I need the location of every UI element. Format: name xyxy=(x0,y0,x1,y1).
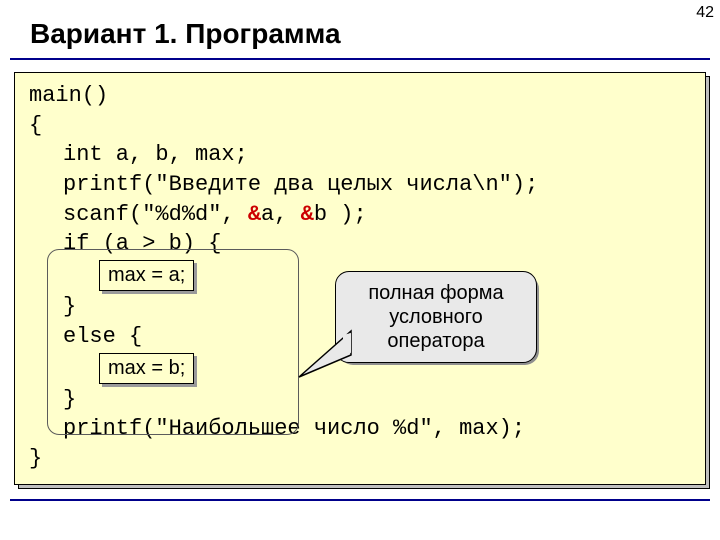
code-text: b ); xyxy=(314,202,367,227)
page-number: 42 xyxy=(696,4,714,22)
chip-text: max = a; xyxy=(99,260,194,291)
code-line: } xyxy=(29,446,42,471)
code-box: main() { int a, b, max; printf("Введите … xyxy=(14,72,706,485)
code-line: scanf("%d%d", &a, &b ); xyxy=(29,200,691,230)
code-line: if (a > b) { xyxy=(29,229,691,259)
highlight-chip: max = b; xyxy=(99,353,194,384)
chip-text: max = b; xyxy=(99,353,194,384)
callout: полная форма условного оператора xyxy=(335,271,537,363)
highlight-chip: max = a; xyxy=(99,260,194,291)
callout-line: условного xyxy=(336,305,536,329)
code-line: printf("Наибольшее число %d", max); xyxy=(29,414,691,444)
code-line: int a, b, max; xyxy=(29,140,691,170)
code-line: } xyxy=(29,385,691,415)
code-block: main() { int a, b, max; printf("Введите … xyxy=(14,72,706,485)
callout-box: полная форма условного оператора xyxy=(335,271,537,363)
ampersand-icon: & xyxy=(248,202,261,227)
ampersand-icon: & xyxy=(301,202,314,227)
code-line: main() xyxy=(29,83,108,108)
title-block: Вариант 1. Программа xyxy=(0,0,720,50)
code-line: printf("Введите два целых числа\n"); xyxy=(29,170,691,200)
bottom-rule xyxy=(10,499,710,501)
callout-line: оператора xyxy=(336,329,536,353)
slide-title: Вариант 1. Программа xyxy=(30,18,720,50)
code-text: scanf("%d%d", xyxy=(63,202,248,227)
callout-line: полная форма xyxy=(336,281,536,305)
code-line: { xyxy=(29,113,42,138)
title-rule xyxy=(10,58,710,60)
code-text: a, xyxy=(261,202,301,227)
